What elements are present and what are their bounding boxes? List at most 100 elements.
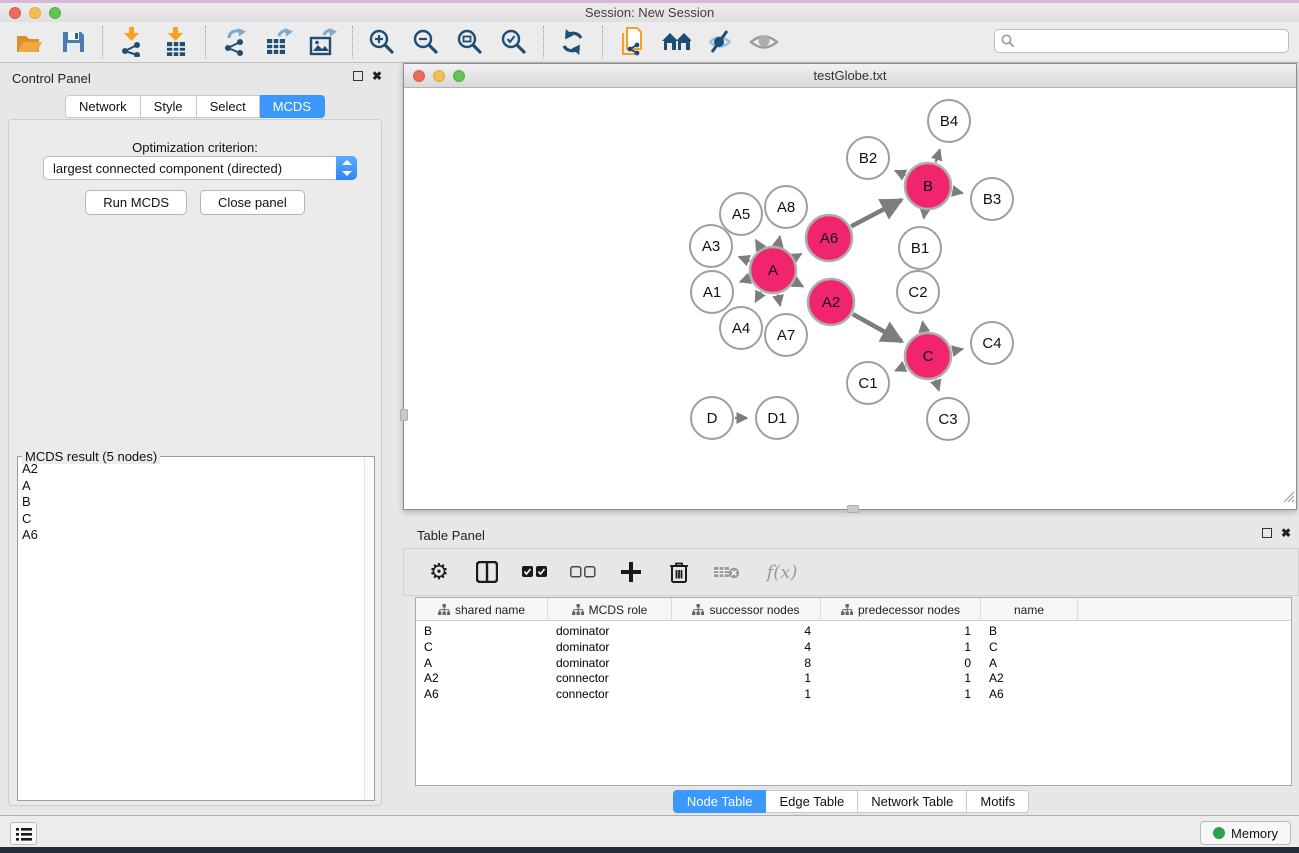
select-all-columns-icon[interactable] — [522, 559, 548, 585]
node-B1[interactable]: B1 — [899, 227, 941, 269]
table-settings-gear-icon[interactable]: ⚙ — [426, 559, 452, 585]
network-canvas[interactable]: B4B2BB3A8A5A6A3B1AA1C2A2A4A7C4CC1DD1C3 — [404, 88, 1296, 509]
delete-table-icon[interactable] — [714, 559, 740, 585]
table-cell[interactable]: A6 — [989, 687, 1004, 701]
mcds-result-item[interactable]: C — [22, 511, 364, 528]
edge-A6-B[interactable] — [851, 200, 901, 226]
table-cell[interactable]: 1 — [821, 624, 971, 638]
houses-icon[interactable] — [661, 27, 691, 57]
import-table-icon[interactable] — [161, 27, 191, 57]
tab-edge-table[interactable]: Edge Table — [766, 790, 858, 813]
criterion-dropdown[interactable]: largest connected component (directed) — [43, 156, 357, 180]
table-cell[interactable]: C — [989, 640, 998, 654]
result-scrollbar[interactable] — [364, 458, 373, 799]
import-network-icon[interactable] — [117, 27, 147, 57]
node-B3[interactable]: B3 — [971, 178, 1013, 220]
node-D1[interactable]: D1 — [756, 397, 798, 439]
network-vertical-scrollbar[interactable] — [400, 409, 408, 421]
table-cell[interactable]: A — [989, 656, 997, 670]
table-cell[interactable]: B — [989, 624, 997, 638]
edge-A-A6[interactable] — [795, 254, 802, 258]
edge-C-C4[interactable] — [952, 349, 962, 351]
table-cell[interactable]: A2 — [424, 671, 439, 685]
column-header-name[interactable]: name — [981, 598, 1078, 621]
node-C4[interactable]: C4 — [971, 322, 1013, 364]
search-input[interactable] — [994, 29, 1289, 53]
resize-grip-icon[interactable] — [1282, 490, 1295, 508]
tab-network[interactable]: Network — [65, 95, 141, 118]
table-cell[interactable]: 1 — [672, 687, 811, 701]
edge-B-B1[interactable] — [924, 211, 925, 218]
node-A2[interactable]: A2 — [808, 279, 854, 325]
table-cell[interactable]: dominator — [556, 624, 609, 638]
edge-B-B2[interactable] — [895, 171, 905, 176]
mcds-result-item[interactable]: A — [22, 478, 364, 495]
node-B[interactable]: B — [905, 163, 951, 209]
node-A8[interactable]: A8 — [765, 186, 807, 228]
column-header-MCDS-role[interactable]: MCDS role — [548, 598, 672, 621]
table-cell[interactable]: 1 — [821, 671, 971, 685]
table-cell[interactable]: 0 — [821, 656, 971, 670]
edge-B-B4[interactable] — [936, 150, 940, 163]
edge-A-A4[interactable] — [755, 292, 760, 302]
node-B2[interactable]: B2 — [847, 137, 889, 179]
edge-B-B3[interactable] — [952, 191, 962, 193]
tab-network-table[interactable]: Network Table — [858, 790, 967, 813]
edge-C-C2[interactable] — [923, 322, 925, 332]
node-C[interactable]: C — [905, 333, 951, 379]
node-table[interactable]: shared nameMCDS rolesuccessor nodesprede… — [415, 597, 1292, 786]
float-panel-icon[interactable] — [353, 71, 363, 81]
mcds-result-item[interactable]: A6 — [22, 527, 364, 544]
edge-A-A1[interactable] — [740, 278, 749, 281]
node-A6[interactable]: A6 — [806, 215, 852, 261]
network-horizontal-scrollbar[interactable] — [847, 505, 859, 513]
memory-button[interactable]: Memory — [1200, 821, 1291, 845]
zoom-fit-icon[interactable] — [455, 27, 485, 57]
hide-annotations-icon[interactable] — [705, 27, 735, 57]
new-network-from-selection-icon[interactable] — [617, 27, 647, 57]
save-icon[interactable] — [58, 27, 88, 57]
table-cell[interactable]: A6 — [424, 687, 439, 701]
node-A7[interactable]: A7 — [765, 314, 807, 356]
node-C1[interactable]: C1 — [847, 362, 889, 404]
node-C3[interactable]: C3 — [927, 398, 969, 440]
column-header-shared-name[interactable]: shared name — [416, 598, 548, 621]
unselect-all-columns-icon[interactable] — [570, 559, 596, 585]
table-cell[interactable]: 8 — [672, 656, 811, 670]
tab-mcds[interactable]: MCDS — [260, 95, 325, 118]
table-cell[interactable]: 4 — [672, 624, 811, 638]
tab-select[interactable]: Select — [197, 95, 260, 118]
task-history-button[interactable] — [10, 822, 37, 845]
table-cell[interactable]: connector — [556, 671, 609, 685]
node-A4[interactable]: A4 — [720, 307, 762, 349]
table-cell[interactable]: dominator — [556, 656, 609, 670]
delete-column-icon[interactable] — [666, 559, 692, 585]
close-panel-button[interactable]: Close panel — [200, 190, 305, 215]
edge-A-A7[interactable] — [778, 295, 780, 306]
column-header-predecessor-nodes[interactable]: predecessor nodes — [821, 598, 981, 621]
node-A3[interactable]: A3 — [690, 225, 732, 267]
add-column-icon[interactable] — [618, 559, 644, 585]
zoom-selected-icon[interactable] — [499, 27, 529, 57]
edge-A-A5[interactable] — [756, 240, 761, 248]
edge-C-C3[interactable] — [936, 380, 939, 391]
close-table-panel-icon[interactable]: ✖ — [1281, 528, 1291, 538]
node-D[interactable]: D — [691, 397, 733, 439]
export-network-icon[interactable] — [220, 27, 250, 57]
mcds-result-item[interactable]: A2 — [22, 461, 364, 478]
node-A[interactable]: A — [750, 247, 796, 293]
table-cell[interactable]: dominator — [556, 640, 609, 654]
edge-A2-C[interactable] — [853, 314, 902, 341]
eye-icon[interactable] — [749, 27, 779, 57]
edge-A-A2[interactable] — [795, 282, 803, 286]
network-window-titlebar[interactable]: testGlobe.txt — [404, 64, 1296, 88]
show-columns-icon[interactable] — [474, 559, 500, 585]
export-table-icon[interactable] — [264, 27, 294, 57]
table-cell[interactable]: connector — [556, 687, 609, 701]
table-cell[interactable]: 1 — [821, 640, 971, 654]
run-mcds-button[interactable]: Run MCDS — [85, 190, 187, 215]
table-cell[interactable]: C — [424, 640, 433, 654]
node-A1[interactable]: A1 — [691, 271, 733, 313]
table-cell[interactable]: A2 — [989, 671, 1004, 685]
node-B4[interactable]: B4 — [928, 100, 970, 142]
